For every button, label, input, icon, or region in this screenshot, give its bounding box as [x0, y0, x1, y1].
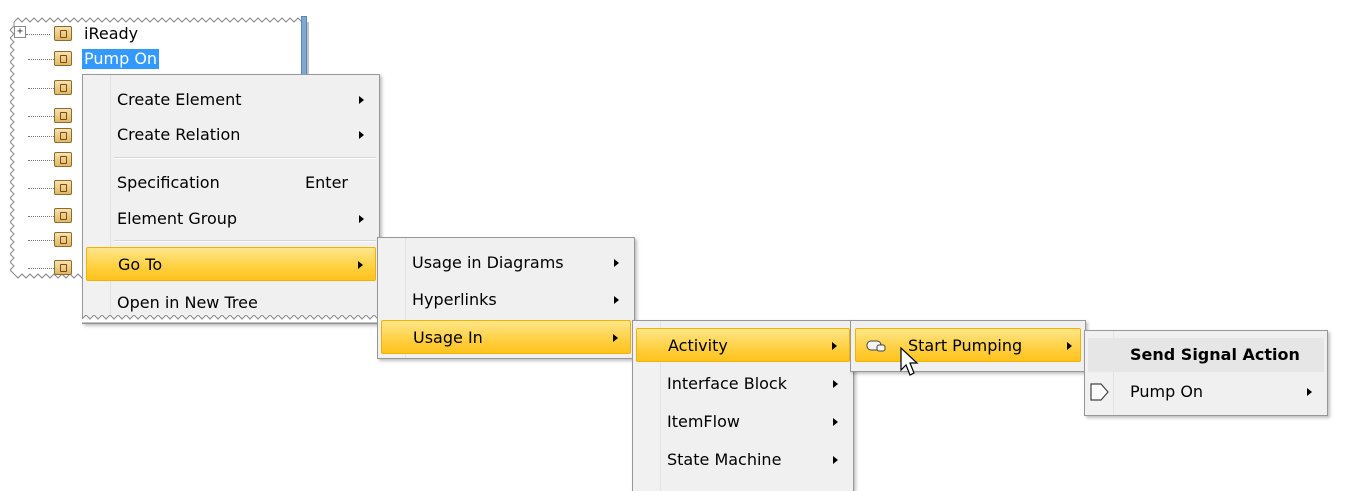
send-signal-icon — [1090, 383, 1109, 401]
submenu-arrow-icon — [1067, 342, 1072, 350]
goto-submenu: Usage in Diagrams Hyperlinks Usage In — [377, 237, 635, 359]
submenu-arrow-icon — [1307, 388, 1312, 396]
tree-item-label: Pump On — [82, 49, 160, 69]
signal-icon — [54, 260, 72, 275]
submenu-arrow-icon — [614, 259, 619, 267]
menu-item-create-relation[interactable]: Create Relation — [86, 118, 376, 152]
menu-item-usage-in[interactable]: Usage In — [381, 320, 631, 354]
usage-in-submenu: Activity Interface Block ItemFlow State … — [632, 320, 854, 491]
signal-icon — [54, 152, 72, 167]
menu-item-element-group[interactable]: Element Group — [86, 202, 376, 236]
signal-icon — [54, 180, 72, 195]
menu-item-specification[interactable]: Specification Enter — [86, 166, 376, 200]
activity-submenu: Start Pumping — [850, 320, 1086, 372]
context-menu: Create Element Create Relation Specifica… — [82, 74, 381, 324]
menu-item-state-machine[interactable]: State Machine — [636, 443, 850, 477]
menu-torn-edge — [82, 315, 381, 324]
usage-submenu: Send Signal Action Pump On — [1084, 330, 1328, 416]
activity-icon — [866, 340, 886, 352]
expand-plus-icon[interactable]: + — [14, 26, 26, 38]
submenu-arrow-icon — [359, 96, 364, 104]
submenu-arrow-icon — [613, 334, 618, 342]
tree-scrollbar[interactable] — [301, 16, 307, 78]
submenu-arrow-icon — [359, 131, 364, 139]
menu-item-create-element[interactable]: Create Element — [86, 83, 376, 117]
signal-icon — [54, 51, 72, 66]
menu-separator — [114, 157, 376, 159]
submenu-arrow-icon — [833, 380, 838, 388]
submenu-header: Send Signal Action — [1088, 338, 1324, 372]
signal-icon — [54, 232, 72, 247]
menu-item-activity[interactable]: Activity — [636, 328, 850, 362]
menu-item-pump-on[interactable]: Pump On — [1088, 375, 1324, 409]
signal-icon — [54, 208, 72, 223]
shortcut-label: Enter — [305, 173, 348, 192]
tree-item-label: iReady — [84, 24, 139, 43]
submenu-arrow-icon — [358, 261, 363, 269]
menu-item-hyperlinks[interactable]: Hyperlinks — [381, 283, 631, 317]
submenu-arrow-icon — [359, 215, 364, 223]
menu-separator — [114, 240, 376, 242]
mouse-pointer-icon — [900, 346, 919, 376]
signal-icon — [54, 80, 72, 95]
signal-icon — [54, 108, 72, 123]
menu-item-usage-in-diagrams[interactable]: Usage in Diagrams — [381, 246, 631, 280]
menu-item-start-pumping[interactable]: Start Pumping — [855, 328, 1081, 362]
submenu-arrow-icon — [833, 418, 838, 426]
state-icon — [54, 26, 72, 41]
menu-item-interface-block[interactable]: Interface Block — [636, 367, 850, 401]
submenu-arrow-icon — [832, 342, 837, 350]
menu-item-itemflow[interactable]: ItemFlow — [636, 405, 850, 439]
submenu-arrow-icon — [614, 296, 619, 304]
signal-icon — [54, 128, 72, 143]
submenu-arrow-icon — [833, 456, 838, 464]
menu-item-go-to[interactable]: Go To — [86, 247, 376, 281]
